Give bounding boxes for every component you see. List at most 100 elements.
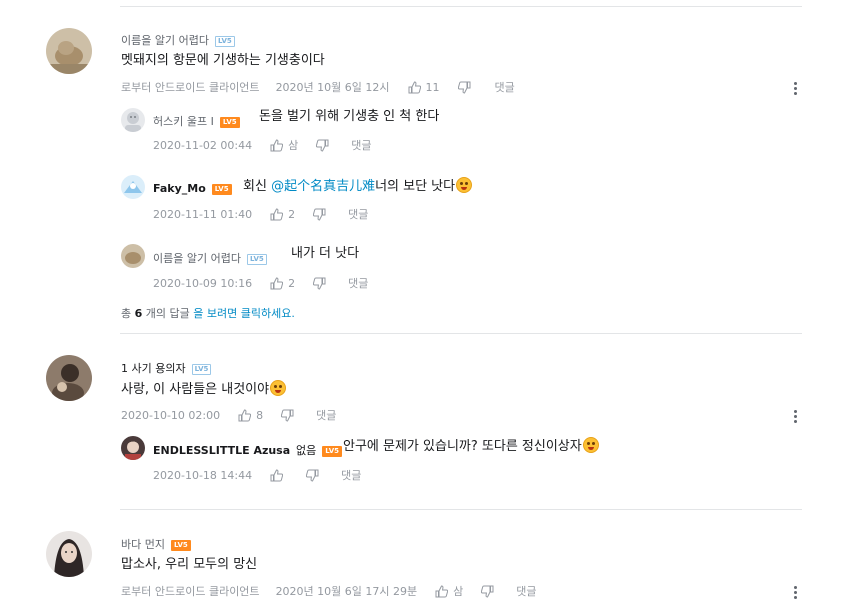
reply-author[interactable]: Faky_Mo LV5 bbox=[153, 182, 232, 195]
timestamp: 2020년 10월 6일 12시 bbox=[275, 81, 390, 94]
username[interactable]: 바다 먼지 bbox=[121, 538, 165, 551]
reply-text: 안구에 문제가 있습니까? 또다른 정신이상자 bbox=[343, 437, 599, 456]
avatar[interactable] bbox=[121, 436, 145, 460]
client-source: 로부터 안드로이드 클라이언트 bbox=[121, 585, 260, 598]
reply-body: 안구에 문제가 있습니까? 또다른 정신이상자 bbox=[343, 439, 582, 454]
mention-link[interactable]: @起个名真吉儿难 bbox=[271, 179, 375, 194]
avatar[interactable] bbox=[121, 175, 145, 199]
comment-meta: 로부터 안드로이드 클라이언트 2020년 10월 6일 12시 11 댓글 bbox=[121, 79, 515, 95]
reply-meta: 2020-11-11 01:40 2 댓글 bbox=[153, 206, 368, 222]
dislike-button[interactable] bbox=[457, 81, 471, 94]
like-count: 11 bbox=[425, 80, 440, 94]
reply-meta: 2020-10-09 10:16 2 댓글 bbox=[153, 275, 368, 291]
more-options-icon[interactable] bbox=[794, 586, 798, 601]
reply-meta: 2020-10-18 14:44 댓글 bbox=[153, 467, 361, 483]
thumbs-up-icon bbox=[270, 138, 284, 152]
reply-button[interactable]: 댓글 bbox=[348, 206, 368, 222]
comment-author[interactable]: 바다 먼지 LV5 bbox=[121, 536, 191, 552]
grinning-emoji-icon bbox=[582, 437, 599, 453]
avatar[interactable] bbox=[121, 244, 145, 268]
like-button[interactable]: 8 bbox=[238, 409, 263, 422]
username[interactable]: 1 사기 용의자 bbox=[121, 362, 186, 375]
reply-button[interactable]: 댓글 bbox=[495, 79, 515, 95]
like-button[interactable]: 2 bbox=[270, 277, 295, 290]
reply-author[interactable]: 허스키 울프 I LV5 bbox=[153, 113, 240, 129]
dislike-button[interactable] bbox=[306, 469, 319, 482]
reply-text: 회신 @起个名真吉儿难너의 보단 낫다 bbox=[243, 177, 473, 196]
level-badge: LV5 bbox=[214, 36, 235, 47]
reply-button[interactable]: 댓글 bbox=[341, 467, 361, 483]
reply-meta: 2020-11-02 00:44 삼 댓글 bbox=[153, 137, 372, 153]
like-count: 8 bbox=[256, 408, 264, 422]
dislike-button[interactable] bbox=[281, 409, 294, 422]
thumbs-up-icon bbox=[270, 276, 284, 290]
reply-text: 돈을 벌기 위해 기생충 인 척 한다 bbox=[259, 109, 440, 124]
reply-author[interactable]: 이름을 알기 어렵다 LV5 bbox=[153, 250, 267, 266]
username[interactable]: 이름을 알기 어렵다 bbox=[153, 252, 241, 265]
avatar[interactable] bbox=[46, 531, 92, 577]
avatar[interactable] bbox=[121, 108, 145, 132]
like-count: 2 bbox=[288, 276, 296, 290]
reply-author[interactable]: ENDLESSLITTLE Azusa 없음 LV5 bbox=[153, 442, 343, 458]
thumbs-down-icon bbox=[306, 469, 319, 482]
reply-button[interactable]: 댓글 bbox=[316, 407, 336, 423]
divider bbox=[120, 333, 802, 334]
timestamp: 2020-10-09 10:16 bbox=[153, 276, 253, 290]
level-badge: LV5 bbox=[170, 540, 191, 551]
thumbs-up-icon bbox=[270, 468, 284, 482]
timestamp: 2020-10-10 02:00 bbox=[121, 408, 221, 422]
thumbs-up-icon bbox=[408, 80, 421, 94]
divider bbox=[120, 509, 802, 510]
view-more-link[interactable]: 을 보려면 클릭하세요. bbox=[193, 307, 295, 320]
comment-author[interactable]: 이름을 알기 어렵다 LV5 bbox=[121, 32, 235, 48]
level-badge: LV5 bbox=[219, 117, 240, 128]
reply-button[interactable]: 댓글 bbox=[348, 275, 368, 291]
more-options-icon[interactable] bbox=[794, 82, 798, 97]
username[interactable]: ENDLESSLITTLE Azusa bbox=[153, 444, 290, 457]
dislike-button[interactable] bbox=[481, 585, 494, 598]
timestamp: 2020년 10월 6일 17시 29분 bbox=[275, 585, 418, 598]
thumbs-down-icon bbox=[313, 208, 326, 221]
like-count: 삼 bbox=[453, 585, 464, 598]
comment-body: 사랑, 이 사람들은 내것이야 bbox=[121, 382, 270, 397]
client-source: 로부터 안드로이드 클라이언트 bbox=[121, 81, 260, 94]
username-suffix: 없음 bbox=[296, 444, 317, 457]
dislike-button[interactable] bbox=[316, 139, 329, 152]
view-more-prefix: 총 bbox=[121, 307, 135, 320]
level-badge: LV5 bbox=[322, 446, 343, 457]
like-button[interactable]: 삼 bbox=[435, 583, 463, 599]
username[interactable]: Faky_Mo bbox=[153, 182, 206, 195]
like-button[interactable]: 11 bbox=[408, 81, 440, 94]
thumbs-down-icon bbox=[281, 409, 294, 422]
dislike-button[interactable] bbox=[313, 208, 326, 221]
reply-suffix: 너의 보단 낫다 bbox=[375, 179, 456, 194]
thumbs-down-icon bbox=[313, 277, 326, 290]
like-button[interactable] bbox=[270, 468, 288, 482]
timestamp: 2020-11-02 00:44 bbox=[153, 138, 253, 152]
level-badge: LV5 bbox=[191, 364, 212, 375]
reply-text: 내가 더 낫다 bbox=[291, 246, 360, 261]
thumbs-down-icon bbox=[481, 585, 494, 598]
thumbs-down-icon bbox=[316, 139, 329, 152]
avatar[interactable] bbox=[46, 28, 92, 74]
thumbs-up-icon bbox=[270, 207, 284, 221]
laughing-emoji-icon bbox=[456, 177, 473, 193]
level-badge: LV5 bbox=[211, 184, 232, 195]
username[interactable]: 허스키 울프 I bbox=[153, 115, 214, 128]
timestamp: 2020-11-11 01:40 bbox=[153, 207, 253, 221]
more-options-icon[interactable] bbox=[794, 410, 798, 425]
like-button[interactable]: 2 bbox=[270, 208, 295, 221]
username[interactable]: 이름을 알기 어렵다 bbox=[121, 34, 209, 47]
comment-meta: 2020-10-10 02:00 8 댓글 bbox=[121, 407, 336, 423]
comment-author[interactable]: 1 사기 용의자 LV5 bbox=[121, 360, 212, 376]
level-badge: LV5 bbox=[246, 254, 267, 265]
dislike-button[interactable] bbox=[313, 277, 326, 290]
thumbs-down-icon bbox=[457, 81, 471, 94]
avatar[interactable] bbox=[46, 355, 92, 401]
comment-text: 사랑, 이 사람들은 내것이야 bbox=[121, 380, 287, 399]
reply-button[interactable]: 댓글 bbox=[351, 137, 371, 153]
comment-text: 맙소사, 우리 모두의 망신 bbox=[121, 557, 258, 572]
thumbs-up-icon bbox=[238, 408, 252, 422]
reply-button[interactable]: 댓글 bbox=[516, 583, 536, 599]
like-button[interactable]: 삼 bbox=[270, 137, 298, 153]
